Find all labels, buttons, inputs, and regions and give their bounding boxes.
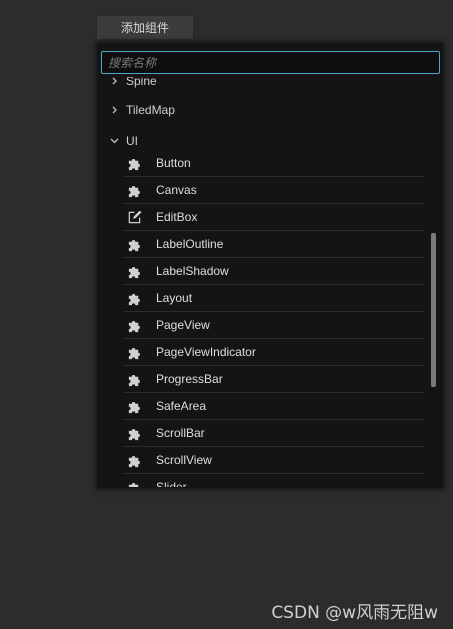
puzzle-icon <box>128 375 140 387</box>
item-label: ScrollView <box>156 453 212 467</box>
item-label: Slider <box>156 480 187 487</box>
item-label: LabelShadow <box>156 264 229 278</box>
list-item-layout[interactable]: Layout <box>123 285 424 312</box>
edit-box-icon <box>128 210 142 224</box>
puzzle-icon <box>128 267 140 279</box>
group-tiledmap[interactable]: TiledMap <box>97 99 427 121</box>
item-label: SafeArea <box>156 399 207 413</box>
list-item-editbox[interactable]: EditBox <box>123 204 424 231</box>
search-box <box>101 51 440 74</box>
puzzle-icon <box>128 186 140 198</box>
item-label: LabelOutline <box>156 237 224 251</box>
puzzle-icon <box>128 483 139 487</box>
item-label: ProgressBar <box>156 372 223 386</box>
puzzle-icon <box>128 321 140 333</box>
puzzle-icon <box>128 240 140 252</box>
list-item-canvas[interactable]: Canvas <box>123 177 424 204</box>
component-picker-panel: Spine TiledMap UI Button <box>96 42 444 489</box>
puzzle-icon <box>128 159 140 171</box>
group-label: Spine <box>126 77 157 88</box>
puzzle-icon <box>128 456 140 468</box>
item-label: ScrollBar <box>156 426 205 440</box>
item-label: Layout <box>156 291 193 305</box>
list-item-labelshadow[interactable]: LabelShadow <box>123 258 424 285</box>
search-input[interactable] <box>102 52 439 73</box>
editor-background: 添加组件 Spine TiledMap <box>0 0 453 629</box>
puzzle-icon <box>128 348 140 360</box>
item-label: Canvas <box>156 183 197 197</box>
puzzle-icon <box>128 429 140 441</box>
item-label: Button <box>156 156 191 170</box>
list-item-labeloutline[interactable]: LabelOutline <box>123 231 424 258</box>
list-item-pageviewindicator[interactable]: PageViewIndicator <box>123 339 424 366</box>
watermark-text: CSDN @w风雨无阻w <box>271 603 438 623</box>
puzzle-icon <box>128 294 140 306</box>
component-list: Spine TiledMap UI Button Canvas EditBox … <box>97 77 433 487</box>
group-spine[interactable]: Spine <box>97 77 427 92</box>
list-item-safearea[interactable]: SafeArea <box>123 393 424 420</box>
puzzle-icon <box>128 402 140 414</box>
group-ui[interactable]: UI <box>97 130 427 152</box>
item-label: EditBox <box>156 210 198 224</box>
group-label: UI <box>126 134 138 148</box>
list-item-slider[interactable]: Slider <box>123 474 424 487</box>
group-label: TiledMap <box>126 103 175 117</box>
item-label: PageView <box>156 318 210 332</box>
add-component-button[interactable]: 添加组件 <box>96 15 194 39</box>
list-item-button[interactable]: Button <box>123 150 424 177</box>
scrollbar-thumb[interactable] <box>431 233 436 387</box>
item-label: PageViewIndicator <box>156 345 256 359</box>
chevron-right-icon <box>112 77 117 85</box>
list-item-pageview[interactable]: PageView <box>123 312 424 339</box>
list-item-scrollview[interactable]: ScrollView <box>123 447 424 474</box>
list-item-scrollbar[interactable]: ScrollBar <box>123 420 424 447</box>
chevron-right-icon <box>112 106 117 114</box>
list-item-progressbar[interactable]: ProgressBar <box>123 366 424 393</box>
chevron-down-icon <box>110 138 119 144</box>
